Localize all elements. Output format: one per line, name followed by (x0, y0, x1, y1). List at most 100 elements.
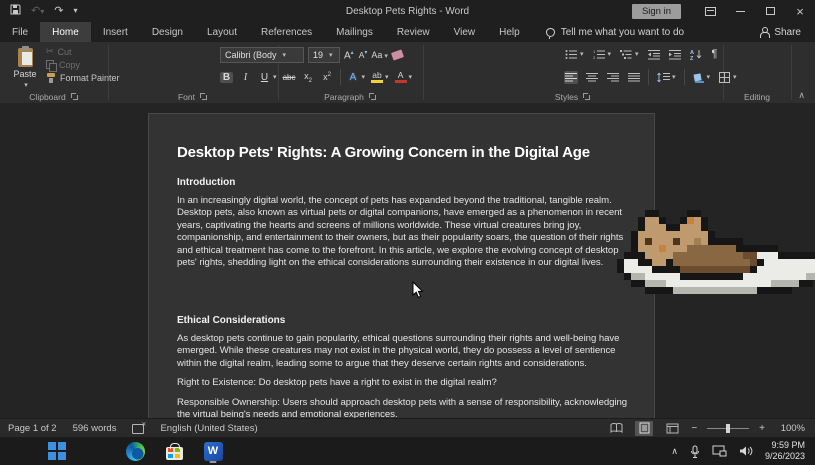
ribbon-display-icon (705, 7, 716, 16)
maximize-button[interactable] (755, 0, 785, 22)
doc-para: In an increasingly digital world, the co… (177, 195, 628, 270)
read-mode-button[interactable] (607, 421, 625, 436)
zoom-slider-handle[interactable] (726, 424, 730, 433)
tab-layout[interactable]: Layout (195, 22, 249, 42)
group-separator (791, 45, 792, 100)
tray-chevron-up-icon[interactable]: ∧ (671, 446, 678, 457)
taskbar: W ∧ 9:59 PM 9/26/2023 (0, 437, 815, 465)
zoom-in-button[interactable]: + (759, 423, 765, 434)
start-icon (48, 442, 66, 460)
status-bar: Page 1 of 2 596 words English (United St… (0, 418, 815, 437)
save-icon[interactable] (10, 4, 21, 18)
file-explorer-taskbar-button[interactable] (85, 439, 107, 463)
doc-para: As desktop pets continue to gain popular… (177, 333, 628, 370)
document-area: Desktop Pets' Rights: A Growing Concern … (0, 103, 815, 418)
page-count[interactable]: Page 1 of 2 (8, 423, 57, 434)
format-painter-icon (46, 73, 56, 83)
start-taskbar-button[interactable] (46, 439, 68, 463)
copy-icon (46, 60, 55, 70)
store-taskbar-button[interactable] (163, 439, 185, 463)
chevron-down-icon[interactable]: ▾ (273, 73, 277, 81)
doc-para: Responsible Ownership: Users should appr… (177, 397, 628, 418)
italic-button[interactable]: I (239, 72, 252, 83)
paste-label: Paste (13, 69, 36, 79)
speaker-icon[interactable] (739, 445, 753, 457)
tab-help[interactable]: Help (487, 22, 532, 42)
edge-taskbar-button[interactable] (124, 439, 146, 463)
clipboard-group-label: Clipboard (29, 92, 65, 102)
paste-button[interactable]: Paste ▾ (8, 46, 42, 90)
edge-icon (126, 442, 145, 461)
web-layout-button[interactable] (663, 421, 681, 436)
ribbon-tabs: FileHomeInsertDesignLayoutReferencesMail… (0, 22, 532, 42)
minimize-icon (736, 11, 745, 12)
desktop-pet-cat[interactable] (617, 210, 815, 299)
document-title: Desktop Pets' Rights: A Growing Concern … (177, 144, 628, 161)
minimize-button[interactable] (725, 0, 755, 22)
font-group-label: Font (178, 92, 195, 102)
tab-references[interactable]: References (249, 22, 324, 42)
styles-group: AaBbCcDc¶ NormalAaBbCcDc¶ No Spac...AaBb… (423, 42, 723, 103)
active-app-indicator (210, 461, 217, 463)
clock[interactable]: 9:59 PM 9/26/2023 (765, 440, 805, 463)
ribbon-tab-row: FileHomeInsertDesignLayoutReferencesMail… (0, 22, 815, 42)
styles-group-label: Styles (555, 92, 578, 102)
customize-qat-icon[interactable]: ▾ (73, 7, 77, 15)
clipboard-dialog-launcher-icon[interactable] (71, 93, 79, 101)
collapse-ribbon-icon[interactable]: ∧ (798, 90, 805, 101)
bold-button[interactable]: B (220, 72, 233, 83)
tab-design[interactable]: Design (140, 22, 195, 42)
paste-icon (18, 48, 33, 67)
zoom-slider[interactable] (707, 428, 749, 429)
chevron-down-icon: ▾ (24, 81, 28, 89)
zoom-out-button[interactable]: − (691, 423, 697, 434)
ribbon-display-options-button[interactable] (695, 0, 725, 22)
maximize-icon (766, 7, 775, 15)
store-icon (166, 447, 183, 460)
share-button[interactable]: Share (759, 22, 815, 42)
word-window: ↶▾ ↷ ▾ Desktop Pets Rights - Word Sign i… (0, 0, 815, 465)
styles-dialog-launcher-icon[interactable] (583, 93, 591, 101)
tell-me-box[interactable]: Tell me what you want to do (546, 22, 684, 42)
redo-icon[interactable]: ↷ (54, 6, 63, 17)
undo-icon[interactable]: ↶▾ (31, 6, 44, 17)
print-layout-icon (639, 422, 650, 434)
doc-spacer (177, 277, 628, 303)
taskbar-icons: W (0, 439, 224, 463)
tell-me-label: Tell me what you want to do (561, 27, 684, 38)
microphone-icon[interactable] (690, 445, 700, 458)
underline-button[interactable]: U (258, 72, 271, 83)
font-group: Calibri (Body▾ 19▾ A▴ A▾ Aa▾ B I U▾ abc … (108, 42, 278, 103)
zoom-level[interactable]: 100% (775, 423, 805, 434)
doc-heading: Introduction (177, 177, 628, 188)
tab-home[interactable]: Home (40, 22, 91, 42)
print-layout-button[interactable] (635, 421, 653, 436)
sign-in-button[interactable]: Sign in (632, 4, 681, 19)
font-dialog-launcher-icon[interactable] (200, 93, 208, 101)
paragraph-group-label: Paragraph (324, 92, 364, 102)
tray-time: 9:59 PM (765, 440, 805, 451)
tab-file[interactable]: File (0, 22, 40, 42)
proofing-errors-icon[interactable] (132, 423, 144, 433)
tab-mailings[interactable]: Mailings (324, 22, 385, 42)
word-taskbar-button[interactable]: W (202, 439, 224, 463)
tab-review[interactable]: Review (385, 22, 442, 42)
share-label: Share (774, 27, 801, 38)
network-icon[interactable] (712, 445, 727, 457)
clipboard-group: Paste ▾ ✂Cut Copy Format Painter Clipboa… (0, 42, 108, 103)
document-page[interactable]: Desktop Pets' Rights: A Growing Concern … (148, 113, 655, 418)
quick-access-toolbar: ↶▾ ↷ ▾ (0, 4, 110, 18)
tab-view[interactable]: View (442, 22, 488, 42)
paragraph-dialog-launcher-icon[interactable] (369, 93, 377, 101)
ribbon: Paste ▾ ✂Cut Copy Format Painter Clipboa… (0, 42, 815, 103)
title-bar: ↶▾ ↷ ▾ Desktop Pets Rights - Word Sign i… (0, 0, 815, 22)
editing-group: Find▾ abacReplace Select▾ Editing (723, 42, 791, 103)
word-count[interactable]: 596 words (73, 423, 117, 434)
close-button[interactable]: × (785, 0, 815, 22)
doc-body: Introduction In an increasingly digital w… (177, 177, 628, 418)
web-layout-icon (666, 423, 679, 434)
tab-insert[interactable]: Insert (91, 22, 140, 42)
doc-para: Right to Existence: Do desktop pets have… (177, 377, 628, 389)
read-mode-icon (610, 423, 623, 433)
language-indicator[interactable]: English (United States) (160, 423, 257, 434)
